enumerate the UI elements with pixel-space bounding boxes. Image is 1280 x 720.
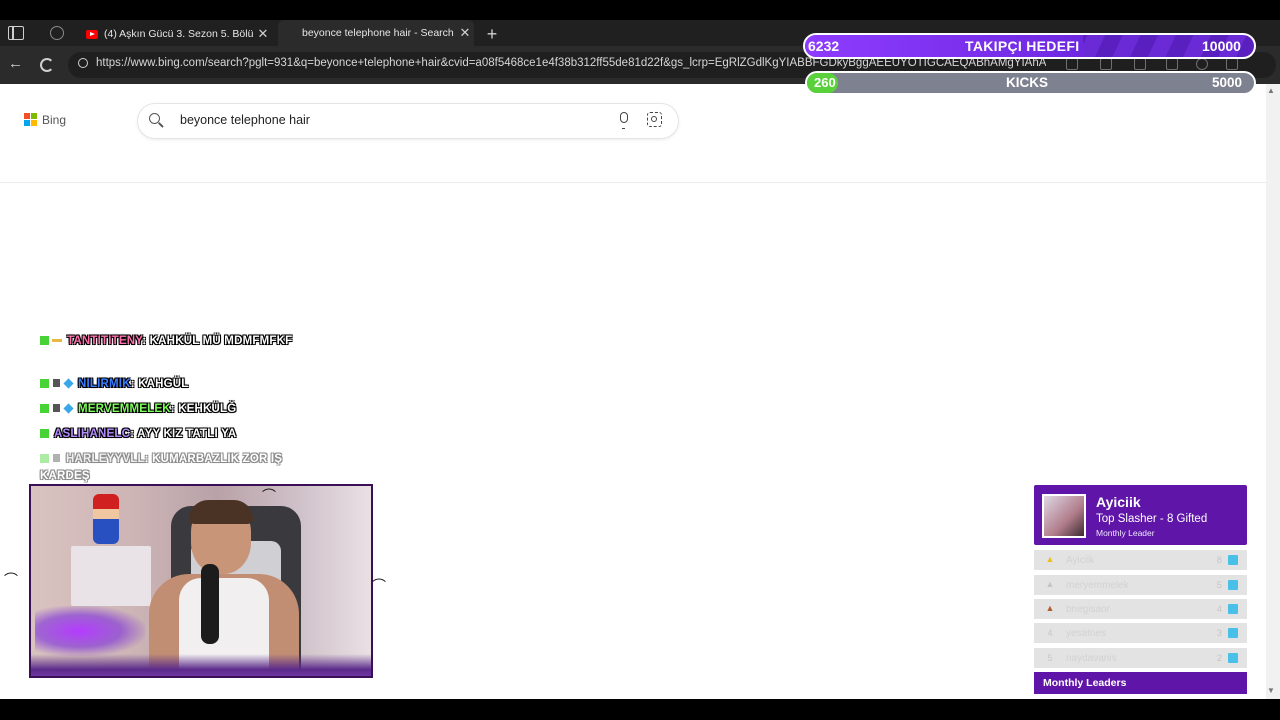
- workspaces-icon[interactable]: [50, 26, 64, 40]
- leaderboard-user: bnegisaor: [1066, 604, 1110, 615]
- follower-goal-label: TAKIPÇI HEDEFI: [965, 38, 1080, 54]
- leader-badge: Monthly Leader: [1096, 528, 1155, 538]
- bat-decoration-icon: ︵: [4, 562, 18, 578]
- leader-avatar: [1042, 494, 1086, 538]
- leaderboard-user: Ayiciik: [1066, 555, 1095, 566]
- leaderboard-count: 5: [1216, 580, 1222, 591]
- leaderboard-count: 3: [1216, 628, 1222, 639]
- more-icon[interactable]: [1226, 58, 1238, 70]
- gold-medal-icon: ▲: [1045, 554, 1055, 564]
- bat-decoration-icon: ︵: [262, 478, 276, 494]
- silver-medal-icon: ▲: [1045, 579, 1055, 589]
- leaderboard-count: 2: [1216, 653, 1222, 664]
- moderator-badge-icon: [52, 403, 61, 413]
- chat-username: HARLEYYVLL: [66, 453, 145, 465]
- gem-badge-icon: [63, 403, 74, 414]
- tab-title: (4) Aşkın Gücü 3. Sezon 5. Bölüm: [104, 28, 254, 40]
- leaderboard-count: 4: [1216, 604, 1222, 615]
- subscriber-badge-icon: [40, 379, 49, 388]
- leader-subtitle: Top Slasher - 8 Gifted: [1096, 513, 1208, 525]
- visual-search-icon[interactable]: [647, 112, 662, 127]
- loading-spinner-icon[interactable]: [40, 58, 54, 72]
- chat-message: MERVEMMELEK: KEHKÜLĞ: [40, 401, 310, 418]
- led-glow: [35, 606, 145, 656]
- kicks-goal-label: KICKS: [1006, 75, 1049, 90]
- gift-icon: [1228, 653, 1238, 663]
- chat-message: NILIRMIK: KAHGÜL: [40, 376, 310, 393]
- leader-name: Ayiciik: [1096, 494, 1141, 510]
- scrollbar[interactable]: [1266, 84, 1280, 699]
- chat-text: : KAHGÜL: [130, 378, 189, 390]
- microphone-icon[interactable]: [620, 112, 628, 129]
- scroll-down-icon[interactable]: ▼: [1267, 686, 1275, 695]
- bottom-bar: [0, 699, 1280, 720]
- leaderboard-user: yesatnes: [1066, 628, 1107, 639]
- kicks-current: 260: [814, 75, 836, 90]
- leaderboard-footer-label: Monthly Leaders: [1043, 677, 1127, 689]
- kicks-target: 5000: [1212, 75, 1243, 90]
- media-icon[interactable]: [1134, 58, 1146, 70]
- shelf: [71, 546, 151, 606]
- chat-username: ASLIHANELC: [54, 428, 131, 440]
- profile-avatar[interactable]: [1196, 58, 1208, 70]
- webcam-frame-decoration: [31, 654, 371, 676]
- youtube-icon: [86, 29, 98, 39]
- close-icon[interactable]: ✕: [254, 26, 272, 42]
- leaderboard-count: 8: [1216, 555, 1222, 566]
- chat-text: : KAHKÜL MÜ MDMFMFKF: [142, 335, 293, 347]
- follower-target: 10000: [1202, 38, 1241, 54]
- bat-decoration-icon: ︵: [372, 568, 386, 584]
- search-input[interactable]: beyonce telephone hair: [180, 113, 310, 127]
- chat-message: TANTITITENY: KAHKÜL MÜ MDMFMFKF: [40, 333, 310, 350]
- gift-icon: [1228, 555, 1238, 565]
- favorite-icon[interactable]: [1066, 58, 1078, 70]
- leaderboard-user: naydavanis: [1066, 653, 1117, 664]
- chat-message: ASLIHANELC: AYY KIZ TATLI YA: [40, 426, 310, 443]
- chat-username: TANTITITENY: [67, 335, 143, 347]
- gift-icon: [1228, 580, 1238, 590]
- gem-badge-icon: [63, 378, 74, 389]
- leaderboard-rank: 5: [1047, 653, 1053, 663]
- follower-current: 6232: [808, 38, 840, 54]
- streamer-hair: [189, 500, 253, 524]
- webcam-feed: [29, 484, 373, 678]
- header-divider: [0, 182, 1266, 183]
- new-tab-button[interactable]: +: [484, 24, 500, 45]
- tab-youtube[interactable]: (4) Aşkın Gücü 3. Sezon 5. Bölüm ✕: [80, 22, 272, 46]
- chat-text: : KEHKÜLĞ: [170, 403, 237, 415]
- gift-icon: [1228, 628, 1238, 638]
- gift-icon: [1228, 604, 1238, 614]
- favorites-icon[interactable]: [1166, 58, 1178, 70]
- mario-figure: [93, 494, 119, 544]
- extensions-icon[interactable]: [1100, 58, 1112, 70]
- bing-brand[interactable]: Bing: [42, 113, 66, 127]
- chat-text: : AYY KIZ TATLI YA: [130, 428, 237, 440]
- leaderboard-rank: 4: [1047, 628, 1053, 638]
- tab-actions-icon[interactable]: [8, 26, 24, 40]
- scroll-up-icon[interactable]: ▲: [1267, 86, 1275, 95]
- subscriber-badge-icon: [40, 454, 49, 463]
- leaderboard-user: meryemmelek: [1066, 580, 1129, 591]
- chat-username: NILIRMIK: [78, 378, 131, 390]
- back-arrow-icon[interactable]: ←: [8, 55, 23, 72]
- microphone-arm: [201, 564, 219, 644]
- chat-username: MERVEMMELEK: [78, 403, 171, 415]
- search-icon[interactable]: [149, 113, 160, 124]
- bronze-medal-icon: ▲: [1045, 603, 1055, 613]
- gifter-badge-icon: [52, 339, 62, 342]
- tab-title: beyonce telephone hair - Search: [302, 27, 454, 39]
- subscriber-badge-icon: [40, 429, 49, 438]
- moderator-badge-icon: [52, 378, 61, 388]
- subscriber-badge-icon: [40, 336, 49, 345]
- site-info-icon[interactable]: [78, 58, 88, 68]
- bing-favicon-icon: [286, 28, 296, 38]
- microsoft-logo-icon[interactable]: [24, 113, 38, 127]
- close-icon[interactable]: ✕: [456, 25, 474, 41]
- moderator-badge-icon: [52, 453, 61, 463]
- tab-bing-search[interactable]: beyonce telephone hair - Search ✕: [278, 20, 474, 46]
- subscriber-badge-icon: [40, 404, 49, 413]
